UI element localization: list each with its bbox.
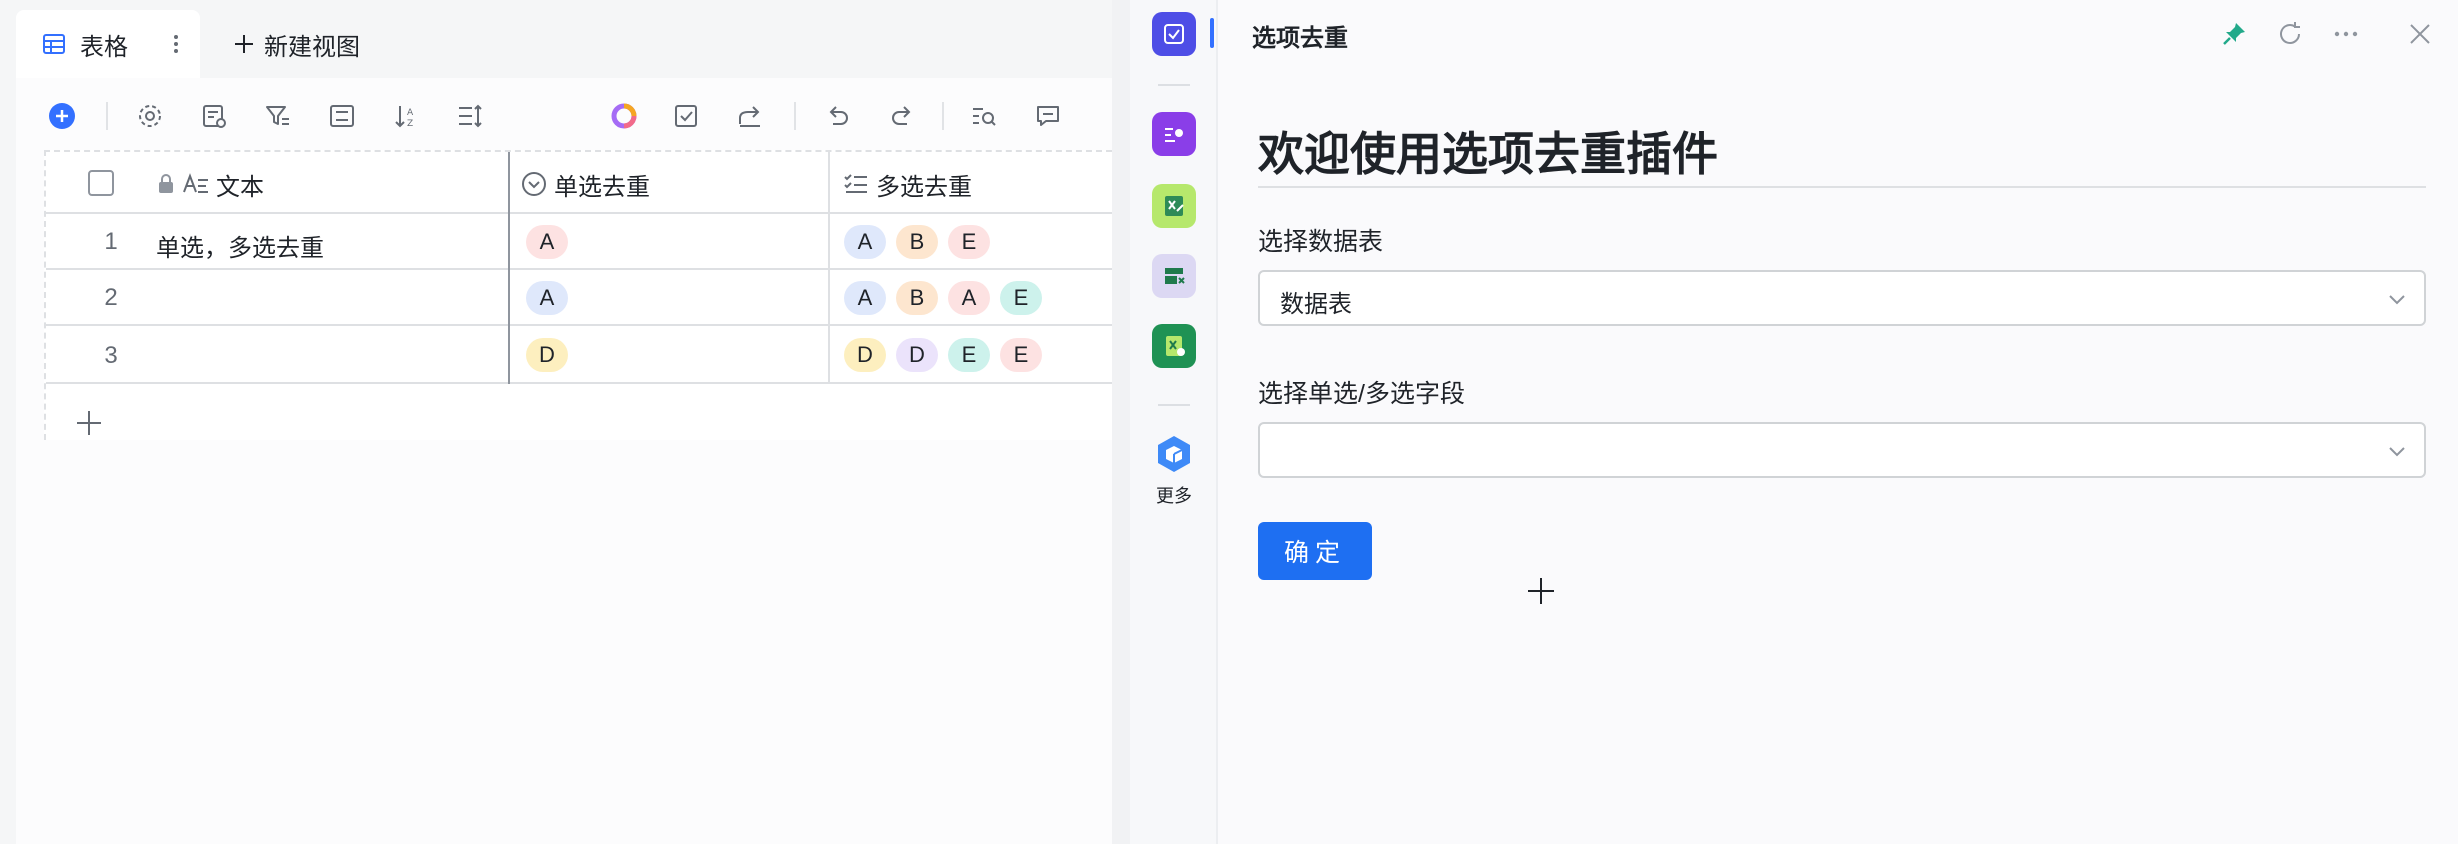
view-tab-label: 表格 [80, 33, 128, 61]
more-vertical-icon[interactable] [164, 32, 188, 56]
row-number: 2 [104, 284, 118, 311]
table-select-label: 选择数据表 [1258, 228, 1384, 256]
single-select-icon [522, 172, 546, 196]
close-icon[interactable] [2404, 18, 2436, 50]
option-chip[interactable]: B [896, 281, 938, 315]
column-header-label: 多选去重 [876, 173, 972, 201]
field-select[interactable] [1258, 422, 2426, 478]
table-select-value: 数据表 [1280, 291, 1352, 318]
search-plugin-icon[interactable] [1152, 112, 1196, 156]
more-horizontal-icon[interactable] [2330, 18, 2362, 50]
confirm-button[interactable]: 确定 [1258, 522, 1372, 580]
row-height-icon[interactable] [454, 100, 486, 132]
excel-plugin-icon[interactable] [1152, 324, 1196, 368]
option-chip[interactable]: E [1000, 281, 1042, 315]
text-field-icon [183, 173, 208, 193]
more-plugins-cube-icon[interactable] [1152, 432, 1196, 476]
column-divider [828, 152, 830, 384]
new-view-button[interactable]: 新建视图 [232, 24, 360, 64]
plugin-panel: 选项去重 欢迎使用选项去重插件 选择数据表 数据表 选择单选/多选字段 确定 [1218, 0, 2458, 844]
active-indicator [1210, 18, 1214, 48]
option-chip[interactable]: B [896, 225, 938, 259]
task-check-icon[interactable] [670, 100, 702, 132]
refresh-icon[interactable] [2274, 18, 2306, 50]
redo-icon[interactable] [886, 100, 918, 132]
option-chip[interactable]: A [526, 225, 568, 259]
sheet-clear-plugin-icon[interactable] [1152, 254, 1196, 298]
grid-table-icon [42, 32, 66, 56]
column-header-label: 文本 [216, 173, 264, 201]
row-number: 1 [104, 228, 118, 255]
toolbar-divider [106, 102, 108, 130]
chevron-down-icon [2389, 447, 2405, 457]
column-header-label: 单选去重 [554, 173, 650, 201]
frozen-column-divider [508, 152, 510, 384]
table-select[interactable]: 数据表 [1258, 270, 2426, 326]
option-chip[interactable]: D [844, 338, 886, 372]
share-icon[interactable] [734, 100, 766, 132]
rail-divider [1158, 84, 1190, 86]
rail-divider [1158, 404, 1190, 406]
toolbar-divider [794, 102, 796, 130]
column-header-multi[interactable]: 多选去重 [842, 168, 972, 201]
row-number: 3 [104, 342, 118, 369]
pin-icon[interactable] [2218, 18, 2250, 50]
multi-select-icon [844, 174, 867, 193]
plus-icon [77, 411, 101, 435]
view-tab-table[interactable]: 表格 [16, 10, 200, 78]
plus-icon [232, 32, 256, 56]
search-records-icon[interactable] [968, 100, 1000, 132]
add-row-button[interactable] [74, 408, 104, 438]
svg-text:Z: Z [407, 119, 413, 129]
dedupe-plugin-icon[interactable] [1152, 12, 1196, 56]
sort-icon[interactable]: AZ [390, 100, 422, 132]
panel-title: 选项去重 [1252, 25, 1348, 52]
option-chip[interactable]: D [526, 338, 568, 372]
ai-ring-icon[interactable] [608, 100, 640, 132]
option-chip[interactable]: A [844, 281, 886, 315]
column-header-text[interactable]: 文本 [156, 168, 264, 201]
toolbar-divider [942, 102, 944, 130]
plugin-rail: 更多 [1130, 0, 1218, 844]
heading-divider [1258, 186, 2426, 188]
lock-icon [159, 174, 173, 193]
undo-icon[interactable] [822, 100, 854, 132]
pane-divider [1112, 0, 1130, 844]
option-chip[interactable]: E [948, 338, 990, 372]
field-config-icon[interactable] [198, 100, 230, 132]
group-icon[interactable] [326, 100, 358, 132]
field-select-label: 选择单选/多选字段 [1258, 380, 1465, 408]
new-view-label: 新建视图 [264, 33, 360, 61]
comment-icon[interactable] [1032, 100, 1064, 132]
option-chip[interactable]: A [526, 281, 568, 315]
excel-import-plugin-icon[interactable] [1152, 184, 1196, 228]
more-plugins-label[interactable]: 更多 [1130, 482, 1218, 508]
option-chip[interactable]: E [948, 225, 990, 259]
welcome-heading: 欢迎使用选项去重插件 [1258, 128, 1718, 180]
option-chip[interactable]: A [948, 281, 990, 315]
chevron-down-icon [2389, 295, 2405, 305]
add-record-button[interactable] [46, 100, 78, 132]
panel-actions [2218, 18, 2448, 50]
settings-gear-icon[interactable] [134, 100, 166, 132]
option-chip[interactable]: A [844, 225, 886, 259]
select-all-checkbox[interactable] [88, 170, 114, 196]
data-grid: 文本 单选去重 多选去重 1 单选，多选去重 A A B E 2 A A B A… [44, 150, 1114, 440]
table-view-pane: 表格 新建视图 AZ 文本 单选去重 多选去重 1 单选，多选去重 A A B … [0, 0, 1114, 844]
filter-icon[interactable] [262, 100, 294, 132]
column-header-single[interactable]: 单选去重 [520, 168, 650, 201]
cursor-crosshair-icon [1526, 576, 1556, 606]
table-toolbar: AZ [16, 92, 1112, 140]
option-chip[interactable]: E [1000, 338, 1042, 372]
svg-text:A: A [407, 108, 414, 118]
text-cell[interactable]: 单选，多选去重 [156, 228, 324, 263]
option-chip[interactable]: D [896, 338, 938, 372]
